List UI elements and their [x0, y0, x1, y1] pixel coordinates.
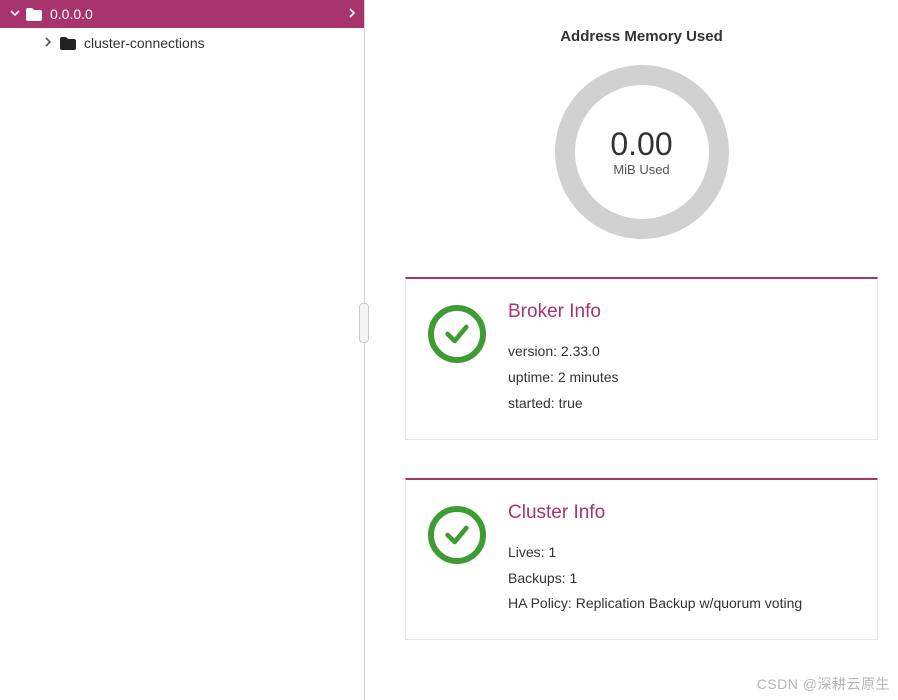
gauge-title: Address Memory Used: [405, 28, 878, 45]
broker-info-lines: version: 2.33.0 uptime: 2 minutes starte…: [508, 339, 619, 417]
tree-child-label: cluster-connections: [84, 35, 205, 51]
value: 2.33.0: [561, 343, 600, 359]
label: version:: [508, 343, 557, 359]
tree-root-node[interactable]: 0.0.0.0: [0, 0, 364, 28]
broker-uptime-row: uptime: 2 minutes: [508, 365, 619, 391]
value: 2 minutes: [558, 369, 619, 385]
chevron-down-icon: [10, 8, 20, 21]
value: 1: [569, 570, 577, 586]
value: Replication Backup w/quorum voting: [576, 595, 802, 611]
broker-info-card: Broker Info version: 2.33.0 uptime: 2 mi…: [405, 277, 878, 440]
value: true: [559, 395, 583, 411]
label: HA Policy:: [508, 595, 572, 611]
label: Lives:: [508, 544, 545, 560]
value: 1: [548, 544, 556, 560]
broker-started-row: started: true: [508, 391, 619, 417]
label: uptime:: [508, 369, 554, 385]
chevron-right-icon: [348, 7, 356, 21]
status-ok-icon: [428, 305, 486, 363]
broker-version-row: version: 2.33.0: [508, 339, 619, 365]
gauge-section: Address Memory Used 0.00 MiB Used: [405, 0, 878, 239]
cluster-info-lines: Lives: 1 Backups: 1 HA Policy: Replicati…: [508, 540, 802, 618]
tree-child-cluster-connections[interactable]: cluster-connections: [0, 28, 364, 58]
label: started:: [508, 395, 555, 411]
cluster-backups-row: Backups: 1: [508, 566, 802, 592]
folder-icon: [26, 8, 42, 21]
splitter-handle[interactable]: [359, 303, 369, 343]
gauge-unit: MiB Used: [613, 162, 669, 177]
memory-gauge: 0.00 MiB Used: [555, 65, 729, 239]
cluster-lives-row: Lives: 1: [508, 540, 802, 566]
gauge-value: 0.00: [610, 128, 672, 160]
tree-root-label: 0.0.0.0: [50, 6, 93, 22]
status-ok-icon: [428, 506, 486, 564]
cluster-info-title: Cluster Info: [508, 502, 802, 524]
label: Backups:: [508, 570, 566, 586]
broker-info-title: Broker Info: [508, 301, 619, 323]
main-content: Address Memory Used 0.00 MiB Used Broker…: [365, 0, 898, 700]
folder-icon: [60, 37, 76, 50]
cluster-info-card: Cluster Info Lives: 1 Backups: 1 HA Poli…: [405, 478, 878, 641]
sidebar: 0.0.0.0 cluster-connections: [0, 0, 365, 700]
cluster-ha-row: HA Policy: Replication Backup w/quorum v…: [508, 591, 802, 617]
chevron-right-icon: [44, 37, 52, 50]
